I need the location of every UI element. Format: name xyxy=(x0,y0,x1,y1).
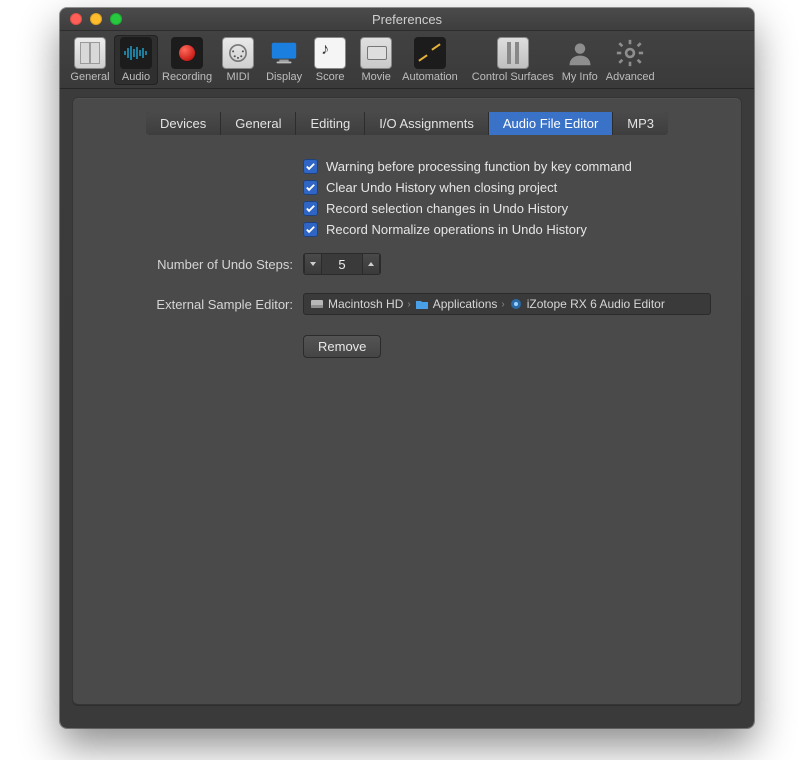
toolbar-item-my-info[interactable]: My Info xyxy=(558,35,602,85)
sliders-panel-icon xyxy=(74,37,106,69)
zoom-button[interactable] xyxy=(110,13,122,25)
audio-pane: Devices General Editing I/O Assignments … xyxy=(72,97,742,705)
toolbar-item-general[interactable]: General xyxy=(68,35,112,85)
path-segment: iZotope RX 6 Audio Editor xyxy=(509,297,665,311)
waveform-icon xyxy=(120,37,152,69)
record-icon xyxy=(171,37,203,69)
toolbar-item-advanced[interactable]: Advanced xyxy=(604,35,657,85)
audio-tabbar: Devices General Editing I/O Assignments … xyxy=(146,112,668,135)
folder-icon xyxy=(415,298,429,310)
check-clear-undo-history[interactable]: Clear Undo History when closing project xyxy=(103,180,711,195)
minimize-button[interactable] xyxy=(90,13,102,25)
score-icon xyxy=(314,37,346,69)
undo-steps-label: Number of Undo Steps: xyxy=(103,257,303,272)
toolbar-item-display[interactable]: Display xyxy=(262,35,306,85)
audio-file-editor-form: Warning before processing function by ke… xyxy=(73,159,741,358)
toolbar-label: Advanced xyxy=(606,71,655,83)
tab-editing[interactable]: Editing xyxy=(296,112,365,135)
user-icon xyxy=(564,37,596,69)
remove-button[interactable]: Remove xyxy=(303,335,381,358)
toolbar-label: MIDI xyxy=(227,71,250,83)
checkbox-label: Clear Undo History when closing project xyxy=(326,180,557,195)
check-record-normalize[interactable]: Record Normalize operations in Undo Hist… xyxy=(103,222,711,237)
external-editor-path[interactable]: Macintosh HD › Applications › iZotope RX… xyxy=(303,293,711,315)
checkbox-label: Warning before processing function by ke… xyxy=(326,159,632,174)
automation-curve-icon xyxy=(414,37,446,69)
tab-audio-file-editor[interactable]: Audio File Editor xyxy=(489,112,613,135)
stepper-down[interactable] xyxy=(304,254,322,274)
toolbar-item-recording[interactable]: Recording xyxy=(160,35,214,85)
toolbar-label: Score xyxy=(316,71,345,83)
chevron-right-icon: › xyxy=(501,299,504,310)
toolbar-item-control-surfaces[interactable]: Control Surfaces xyxy=(470,35,556,85)
toolbar-label: Recording xyxy=(162,71,212,83)
toolbar-label: General xyxy=(70,71,109,83)
toolbar-label: Audio xyxy=(122,71,150,83)
app-icon xyxy=(509,298,523,310)
checkbox-label: Record selection changes in Undo History xyxy=(326,201,568,216)
toolbar-item-automation[interactable]: Automation xyxy=(400,35,460,85)
tab-devices[interactable]: Devices xyxy=(146,112,221,135)
checkbox-label: Record Normalize operations in Undo Hist… xyxy=(326,222,587,237)
toolbar-label: My Info xyxy=(562,71,598,83)
toolbar-item-movie[interactable]: Movie xyxy=(354,35,398,85)
midi-connector-icon xyxy=(222,37,254,69)
toolbar-item-midi[interactable]: MIDI xyxy=(216,35,260,85)
preferences-window: Preferences General Audio Recording MIDI xyxy=(60,8,754,728)
toolbar-label: Movie xyxy=(361,71,390,83)
traffic-lights xyxy=(70,13,122,25)
drive-icon xyxy=(310,298,324,310)
toolbar-item-score[interactable]: Score xyxy=(308,35,352,85)
toolbar-label: Display xyxy=(266,71,302,83)
gear-icon xyxy=(614,37,646,69)
preferences-toolbar: General Audio Recording MIDI Display xyxy=(60,31,754,89)
path-text: Applications xyxy=(433,297,498,311)
undo-steps-stepper[interactable]: 5 xyxy=(303,253,381,275)
titlebar: Preferences xyxy=(60,8,754,31)
path-segment: Macintosh HD xyxy=(310,297,403,311)
window-title: Preferences xyxy=(60,12,754,27)
external-sample-editor-row: External Sample Editor: Macintosh HD › A… xyxy=(103,293,711,315)
check-warning-before-processing[interactable]: Warning before processing function by ke… xyxy=(103,159,711,174)
undo-steps-value: 5 xyxy=(322,257,362,272)
chevron-right-icon: › xyxy=(407,299,410,310)
checkbox-icon xyxy=(303,159,318,174)
close-button[interactable] xyxy=(70,13,82,25)
faders-icon xyxy=(497,37,529,69)
toolbar-label: Control Surfaces xyxy=(472,71,554,83)
toolbar-item-audio[interactable]: Audio xyxy=(114,35,158,85)
external-editor-label: External Sample Editor: xyxy=(103,297,303,312)
stepper-up[interactable] xyxy=(362,254,380,274)
movie-camera-icon xyxy=(360,37,392,69)
checkbox-icon xyxy=(303,222,318,237)
path-text: Macintosh HD xyxy=(328,297,403,311)
undo-steps-row: Number of Undo Steps: 5 xyxy=(103,253,711,275)
tab-io-assignments[interactable]: I/O Assignments xyxy=(365,112,489,135)
tab-mp3[interactable]: MP3 xyxy=(613,112,668,135)
path-text: iZotope RX 6 Audio Editor xyxy=(527,297,665,311)
tab-general[interactable]: General xyxy=(221,112,296,135)
check-record-selection-changes[interactable]: Record selection changes in Undo History xyxy=(103,201,711,216)
path-segment: Applications xyxy=(415,297,498,311)
checkbox-icon xyxy=(303,180,318,195)
checkbox-icon xyxy=(303,201,318,216)
display-icon xyxy=(268,37,300,69)
toolbar-label: Automation xyxy=(402,71,458,83)
